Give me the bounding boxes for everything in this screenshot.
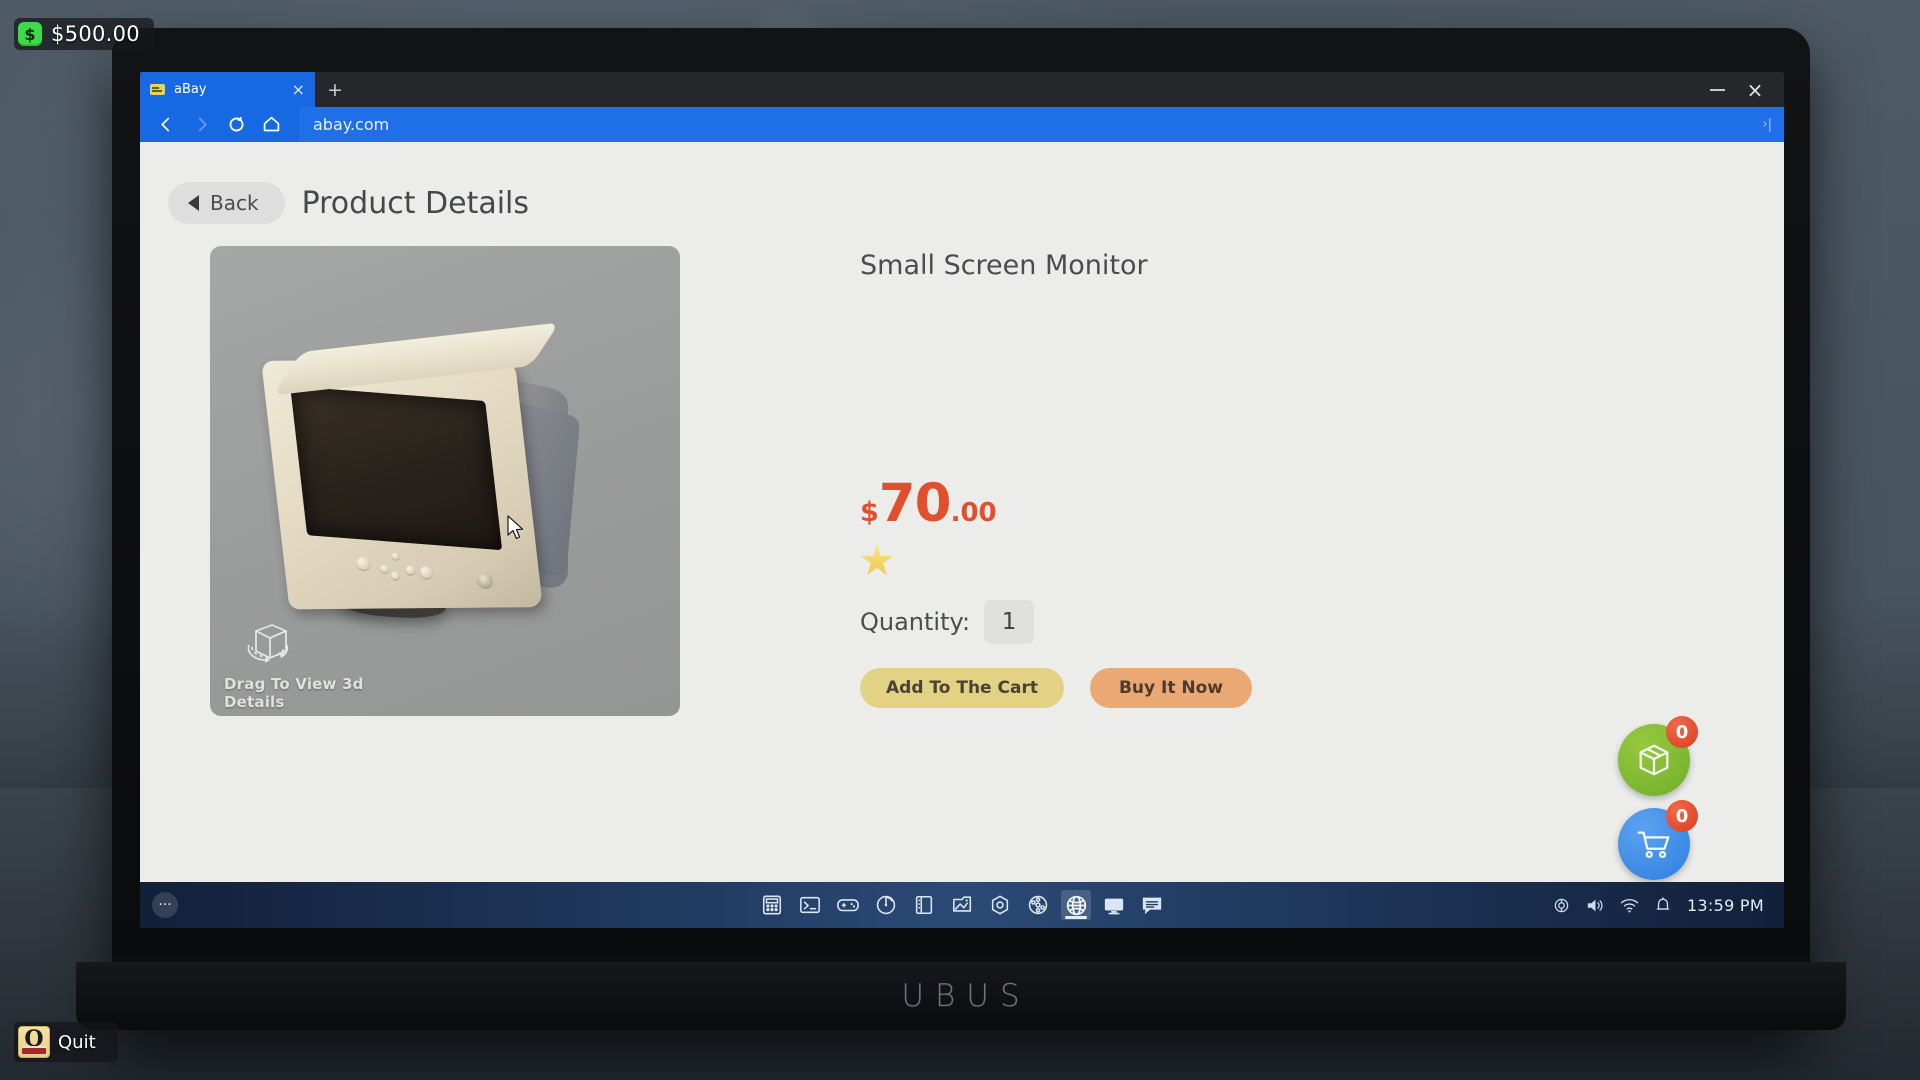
crt-button-6 [419,566,433,579]
display-icon[interactable] [1099,890,1129,920]
crt-button-5 [405,565,416,575]
browser-tab-abay[interactable]: aBay × [140,72,315,107]
drag-hint: Drag To View 3d Details [224,621,414,711]
page-title: Product Details [301,185,530,221]
money-amount: $500.00 [51,22,140,46]
product-price: $ 70 .00 [860,477,1784,530]
taskbar-clock: 13:59 PM [1686,895,1764,915]
price-currency: $ [860,497,879,528]
forward-arrow-icon [198,117,207,132]
crt-button-2 [379,564,389,573]
crt-screen [290,386,503,551]
rotate-cube-icon [240,621,414,673]
crt-button-4 [390,571,400,580]
wifi-icon[interactable] [1620,898,1639,913]
terminal-icon[interactable] [795,890,825,920]
quit-button[interactable]: Q Quit [14,1022,118,1062]
page-back-label: Back [210,191,259,215]
price-cents: .00 [950,498,997,528]
reload-button[interactable] [220,110,253,140]
photo-editor-icon[interactable] [947,890,977,920]
close-icon: × [1746,77,1764,102]
laptop-brand-label: UBUS [901,978,1031,1014]
browser-globe-icon[interactable] [1061,890,1091,920]
new-tab-button[interactable]: + [315,72,355,107]
money-hud: $ $500.00 [14,18,154,50]
quantity-row: Quantity: [860,600,1784,644]
laptop-base: UBUS [76,962,1846,1030]
url-text: abay.com [313,115,390,134]
package-count-badge: 0 [1666,716,1698,748]
page-header: Back Product Details [140,142,1784,224]
page-back-button[interactable]: Back [168,182,285,224]
price-whole: 70 [878,473,952,534]
system-tray: 13:59 PM [1553,896,1784,915]
notebook-icon[interactable] [909,890,939,920]
quit-icon-glyph: Q [24,1026,44,1052]
notifications-bell-icon[interactable] [1655,896,1671,914]
crt-button-1 [355,556,371,570]
mouse-cursor [507,515,526,546]
url-expand-icon[interactable]: ›| [1762,117,1772,132]
gamepad-icon[interactable] [833,890,863,920]
forward-button-browser[interactable] [185,110,218,140]
quit-book-icon: Q [18,1026,50,1058]
settings-hex-icon[interactable] [985,890,1015,920]
window-controls: × [1700,72,1784,107]
crt-front-bezel [261,358,543,610]
cart-count-badge: 0 [1666,800,1698,832]
volume-icon[interactable] [1586,897,1604,914]
system-disc-icon[interactable] [1553,897,1570,914]
os-taskbar: ··· 13:59 PM [140,882,1784,928]
reload-icon [229,117,244,132]
minimize-icon [1709,88,1725,91]
action-buttons: Add To The Cart Buy It Now [860,668,1784,708]
product-name: Small Screen Monitor [860,250,1148,281]
package-box-icon [1639,744,1669,776]
crt-power-button [476,572,494,588]
home-icon [263,116,280,132]
quit-label: Quit [58,1031,96,1053]
url-field[interactable]: abay.com [299,107,1784,142]
back-button-browser[interactable] [150,110,183,140]
package-button[interactable]: 0 [1618,716,1698,796]
browser-tabbar: aBay × + × [140,72,1784,107]
start-button[interactable]: ··· [152,892,178,918]
calculator-icon[interactable] [757,890,787,920]
tab-title: aBay [174,82,207,97]
back-arrow-icon [161,117,170,132]
product-content: Drag To View 3d Details Small Screen Mon… [140,224,1784,882]
tab-close-icon[interactable]: × [292,81,305,97]
abay-favicon [150,84,165,95]
close-window-button[interactable]: × [1738,75,1772,105]
back-triangle-icon [188,195,199,211]
taskbar-icons [757,890,1167,920]
abay-page: Back Product Details Drag To View 3d Det… [140,142,1784,882]
side-buttons: 0 0 [1618,716,1698,882]
disk-usage-icon[interactable] [871,890,901,920]
home-button[interactable] [255,110,288,140]
chat-icon[interactable] [1137,890,1167,920]
quantity-label: Quantity: [860,608,971,636]
product-rating [860,544,1784,578]
drag-hint-text: Drag To View 3d Details [224,675,364,711]
browser-addressbar: abay.com ›| [140,107,1784,142]
shopping-cart-icon [1637,831,1670,859]
buy-it-now-button[interactable]: Buy It Now [1089,668,1252,708]
product-image-panel[interactable]: Drag To View 3d Details [210,246,680,716]
add-to-cart-button[interactable]: Add To The Cart [860,668,1064,708]
dollar-chip-icon: $ [18,22,42,46]
crt-monitor-3d-model [261,322,598,641]
film-reel-icon[interactable] [1023,890,1053,920]
crt-button-3 [391,552,400,560]
browser-window: aBay × + × abay.com ›| Back Product Deta… [140,72,1784,928]
laptop-frame: UBUS aBay × + × abay.com ›| Back Product… [76,28,1846,1030]
quantity-input[interactable] [984,600,1035,644]
cart-button[interactable]: 0 [1618,800,1698,880]
star-icon [860,544,894,575]
minimize-button[interactable] [1700,75,1734,105]
